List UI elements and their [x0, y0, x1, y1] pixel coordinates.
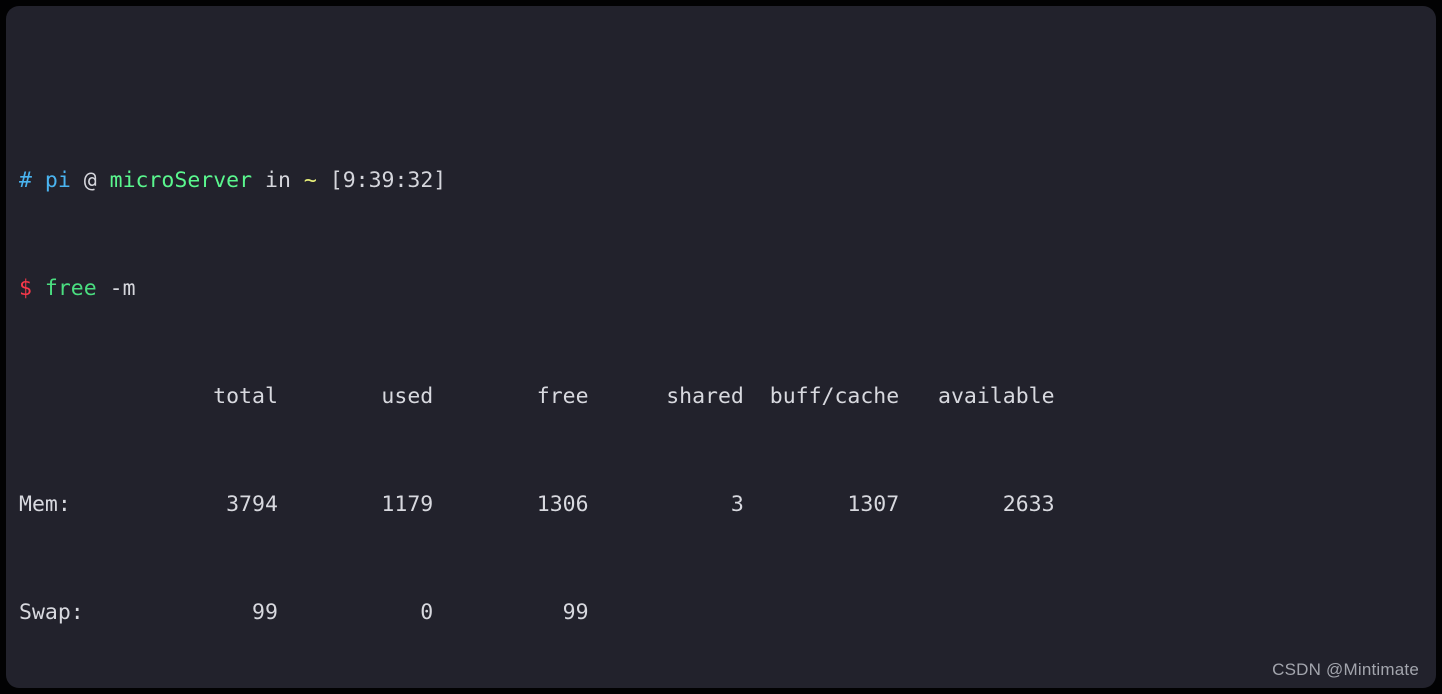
prompt-dollar-icon: $	[19, 276, 32, 301]
command-args: -m	[96, 276, 136, 301]
command-line[interactable]: $ free -m	[19, 271, 1436, 307]
terminal-window[interactable]: # pi @ microServer in ~ [9:39:32] $ free…	[6, 6, 1436, 688]
terminal-output-area[interactable]: # pi @ microServer in ~ [9:39:32] $ free…	[6, 6, 1436, 688]
watermark-label: CSDN @Mintimate	[1272, 660, 1419, 679]
output-line: Swap: 99 0 99	[19, 600, 589, 625]
prompt-host: microServer	[109, 168, 253, 193]
prompt-hash-icon: #	[19, 168, 32, 193]
prompt-line: # pi @ microServer in ~ [9:39:32]	[19, 163, 1436, 199]
prompt-user: pi	[44, 168, 71, 193]
output-line: Mem: 3794 1179 1306 3 1307 2633	[19, 492, 1055, 517]
output-line: total used free shared buff/cache availa…	[19, 384, 1055, 409]
prompt-path: ~	[303, 168, 317, 193]
command-name: free	[44, 276, 97, 301]
prompt-in-keyword: in	[265, 168, 291, 193]
prompt-at-icon: @	[83, 168, 97, 193]
prompt-time: [9:39:32]	[329, 168, 447, 193]
